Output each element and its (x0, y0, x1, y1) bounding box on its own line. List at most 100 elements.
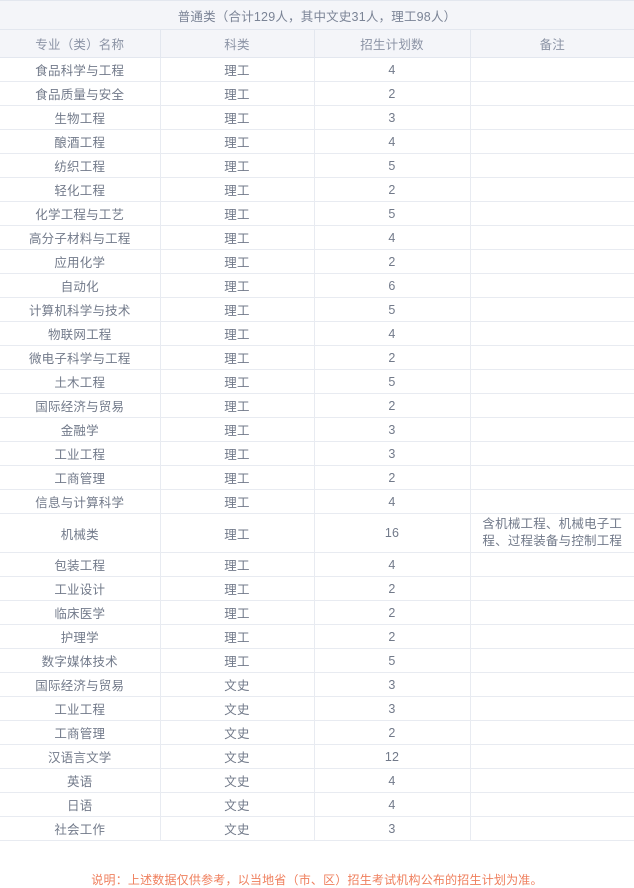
cell-major: 机械类 (0, 513, 160, 553)
table-title-row: 普通类（合计129人，其中文史31人，理工98人） (0, 0, 634, 30)
cell-count: 5 (313, 201, 470, 226)
cell-major: 纺织工程 (0, 153, 160, 178)
cell-major: 计算机科学与技术 (0, 297, 160, 322)
cell-count: 2 (313, 720, 470, 745)
cell-category: 文史 (159, 768, 314, 793)
table-row: 工商管理 理工 2 (0, 465, 634, 490)
cell-major: 英语 (0, 768, 160, 793)
cell-remark (469, 369, 634, 394)
table-row: 自动化 理工 6 (0, 273, 634, 298)
cell-count: 2 (313, 624, 470, 649)
cell-remark (469, 81, 634, 106)
cell-remark (469, 57, 634, 82)
cell-major: 酿酒工程 (0, 129, 160, 154)
column-header-category: 科类 (159, 29, 314, 58)
table-row: 信息与计算科学 理工 4 (0, 489, 634, 514)
cell-remark (469, 816, 634, 841)
cell-major: 土木工程 (0, 369, 160, 394)
table-row: 土木工程 理工 5 (0, 369, 634, 394)
cell-remark (469, 489, 634, 514)
cell-category: 理工 (159, 57, 314, 82)
table-row: 数字媒体技术 理工 5 (0, 648, 634, 673)
cell-category: 文史 (159, 792, 314, 817)
cell-remark (469, 696, 634, 721)
cell-category: 理工 (159, 441, 314, 466)
cell-count: 2 (313, 81, 470, 106)
cell-major: 化学工程与工艺 (0, 201, 160, 226)
table-title: 普通类（合计129人，其中文史31人，理工98人） (0, 0, 634, 30)
cell-major: 应用化学 (0, 249, 160, 274)
cell-major: 数字媒体技术 (0, 648, 160, 673)
cell-count: 4 (313, 552, 470, 577)
cell-major: 包装工程 (0, 552, 160, 577)
cell-major: 食品科学与工程 (0, 57, 160, 82)
cell-major: 高分子材料与工程 (0, 225, 160, 250)
table-row: 应用化学 理工 2 (0, 249, 634, 274)
table-row: 生物工程 理工 3 (0, 105, 634, 130)
cell-major: 金融学 (0, 417, 160, 442)
table-row: 护理学 理工 2 (0, 624, 634, 649)
cell-major: 信息与计算科学 (0, 489, 160, 514)
cell-major: 自动化 (0, 273, 160, 298)
table-row: 汉语言文学 文史 12 (0, 744, 634, 769)
table-row: 纺织工程 理工 5 (0, 153, 634, 178)
table-row: 物联网工程 理工 4 (0, 321, 634, 346)
cell-major: 汉语言文学 (0, 744, 160, 769)
table-row: 机械类 理工 16 含机械工程、机械电子工程、过程装备与控制工程 (0, 513, 634, 553)
table-row: 食品质量与安全 理工 2 (0, 81, 634, 106)
table-row: 英语 文史 4 (0, 768, 634, 793)
table-row: 工业工程 理工 3 (0, 441, 634, 466)
cell-category: 文史 (159, 672, 314, 697)
cell-count: 4 (313, 768, 470, 793)
cell-major: 工商管理 (0, 720, 160, 745)
table-row: 轻化工程 理工 2 (0, 177, 634, 202)
table-row: 高分子材料与工程 理工 4 (0, 225, 634, 250)
cell-count: 3 (313, 105, 470, 130)
cell-remark (469, 249, 634, 274)
cell-category: 理工 (159, 249, 314, 274)
cell-remark (469, 273, 634, 298)
cell-category: 理工 (159, 600, 314, 625)
cell-count: 4 (313, 489, 470, 514)
cell-count: 5 (313, 297, 470, 322)
cell-category: 理工 (159, 552, 314, 577)
table-row: 微电子科学与工程 理工 2 (0, 345, 634, 370)
cell-major: 日语 (0, 792, 160, 817)
cell-major: 护理学 (0, 624, 160, 649)
cell-category: 理工 (159, 153, 314, 178)
cell-count: 3 (313, 696, 470, 721)
table-row: 金融学 理工 3 (0, 417, 634, 442)
cell-remark (469, 744, 634, 769)
table-row: 工业工程 文史 3 (0, 696, 634, 721)
cell-category: 文史 (159, 744, 314, 769)
table-body: 食品科学与工程 理工 4 食品质量与安全 理工 2 生物工程 理工 3 酿酒工程 理工 4 纺织工程 理工… (0, 57, 634, 841)
column-header-count: 招生计划数 (313, 29, 470, 58)
cell-count: 4 (313, 57, 470, 82)
admission-plan-page: 普通类（合计129人，其中文史31人，理工98人） 专业（类）名称 科类 招生计… (0, 0, 634, 887)
footnote: 说明：上述数据仅供参考，以当地省（市、区）招生考试机构公布的招生计划为准。 (91, 873, 543, 887)
cell-category: 理工 (159, 513, 314, 553)
cell-count: 4 (313, 321, 470, 346)
cell-remark (469, 792, 634, 817)
cell-category: 理工 (159, 321, 314, 346)
cell-count: 2 (313, 465, 470, 490)
cell-major: 国际经济与贸易 (0, 393, 160, 418)
cell-count: 4 (313, 129, 470, 154)
cell-major: 社会工作 (0, 816, 160, 841)
cell-count: 5 (313, 369, 470, 394)
cell-major: 临床医学 (0, 600, 160, 625)
cell-category: 理工 (159, 345, 314, 370)
cell-category: 理工 (159, 393, 314, 418)
cell-major: 工业工程 (0, 696, 160, 721)
cell-remark: 含机械工程、机械电子工程、过程装备与控制工程 (469, 513, 634, 553)
cell-count: 5 (313, 648, 470, 673)
cell-count: 4 (313, 225, 470, 250)
cell-major: 工业设计 (0, 576, 160, 601)
cell-count: 3 (313, 417, 470, 442)
cell-category: 理工 (159, 81, 314, 106)
cell-major: 轻化工程 (0, 177, 160, 202)
cell-count: 2 (313, 345, 470, 370)
cell-category: 理工 (159, 201, 314, 226)
cell-major: 工业工程 (0, 441, 160, 466)
cell-remark (469, 201, 634, 226)
